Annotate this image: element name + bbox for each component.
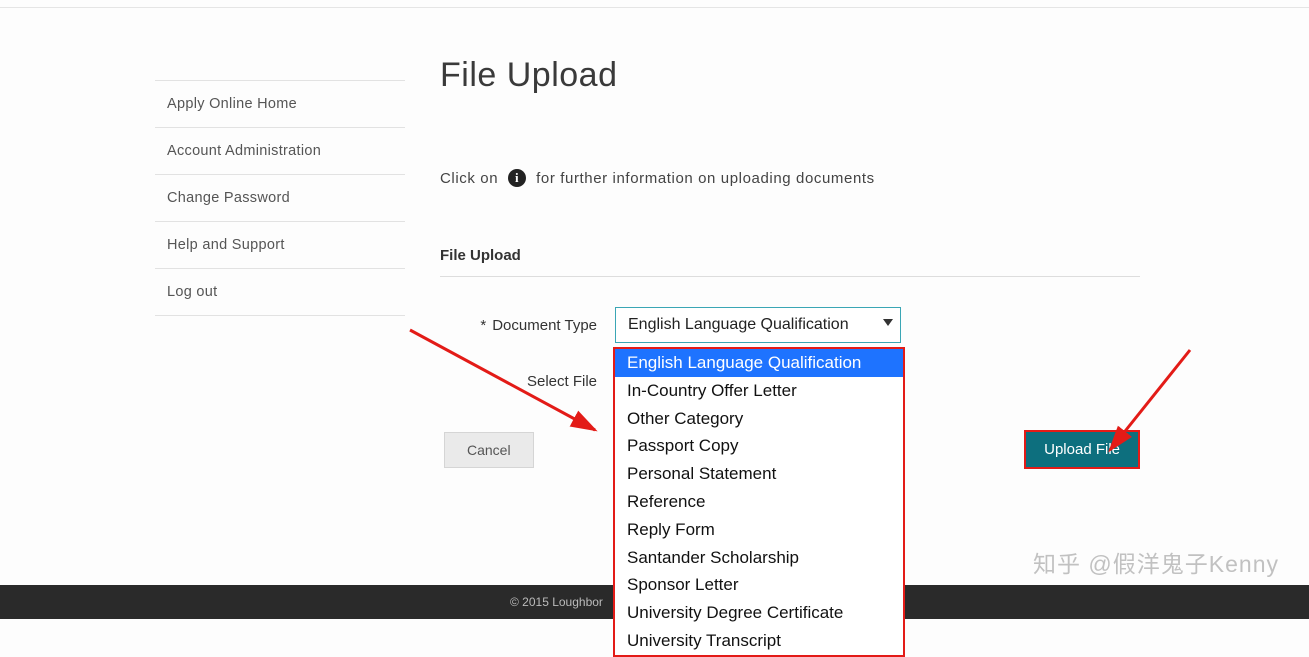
- hint-text-pre: Click on: [440, 170, 498, 187]
- sidebar-item-change-password[interactable]: Change Password: [155, 174, 405, 221]
- dropdown-option[interactable]: English Language Qualification: [615, 349, 903, 377]
- dropdown-option[interactable]: University Degree Certificate: [615, 599, 903, 627]
- sidebar-item-logout[interactable]: Log out: [155, 268, 405, 316]
- chevron-down-icon: [883, 319, 893, 326]
- hint-row: Click on i for further information on up…: [440, 169, 1269, 187]
- dropdown-option[interactable]: Other Category: [615, 405, 903, 433]
- dropdown-option[interactable]: Passport Copy: [615, 432, 903, 460]
- info-icon[interactable]: i: [508, 169, 526, 187]
- section-label: File Upload: [440, 247, 1140, 277]
- document-type-select[interactable]: English Language Qualification: [615, 307, 901, 343]
- watermark: 知乎 @假洋鬼子Kenny: [1033, 545, 1279, 579]
- required-asterisk: *: [480, 317, 486, 334]
- top-border: [0, 0, 1309, 8]
- dropdown-option[interactable]: Reply Form: [615, 516, 903, 544]
- dropdown-option[interactable]: Reference: [615, 488, 903, 516]
- document-type-dropdown: English Language Qualification In-Countr…: [613, 347, 905, 657]
- page-title: File Upload: [440, 56, 1269, 95]
- document-type-label-text: Document Type: [492, 317, 597, 334]
- hint-text-post: for further information on uploading doc…: [536, 170, 875, 187]
- dropdown-option[interactable]: Personal Statement: [615, 460, 903, 488]
- dropdown-option[interactable]: Santander Scholarship: [615, 544, 903, 572]
- sidebar-item-apply-home[interactable]: Apply Online Home: [155, 80, 405, 127]
- sidebar-item-help-support[interactable]: Help and Support: [155, 221, 405, 268]
- cancel-button[interactable]: Cancel: [444, 432, 534, 468]
- content-wrapper: Apply Online Home Account Administration…: [0, 8, 1309, 469]
- document-type-row: * Document Type English Language Qualific…: [440, 307, 1269, 343]
- select-value: English Language Qualification: [628, 316, 849, 334]
- dropdown-option[interactable]: University Transcript: [615, 627, 903, 655]
- sidebar-item-account-admin[interactable]: Account Administration: [155, 127, 405, 174]
- copyright-text: © 2015 Loughbor: [510, 595, 603, 609]
- document-type-select-wrap: English Language Qualification English L…: [615, 307, 901, 343]
- document-type-label: * Document Type: [440, 317, 615, 334]
- dropdown-option[interactable]: Sponsor Letter: [615, 571, 903, 599]
- sidebar: Apply Online Home Account Administration…: [155, 80, 405, 469]
- main-content: File Upload Click on i for further infor…: [405, 8, 1269, 469]
- select-file-label: Select File: [440, 373, 615, 390]
- dropdown-option[interactable]: In-Country Offer Letter: [615, 377, 903, 405]
- upload-file-button[interactable]: Upload File: [1024, 430, 1140, 469]
